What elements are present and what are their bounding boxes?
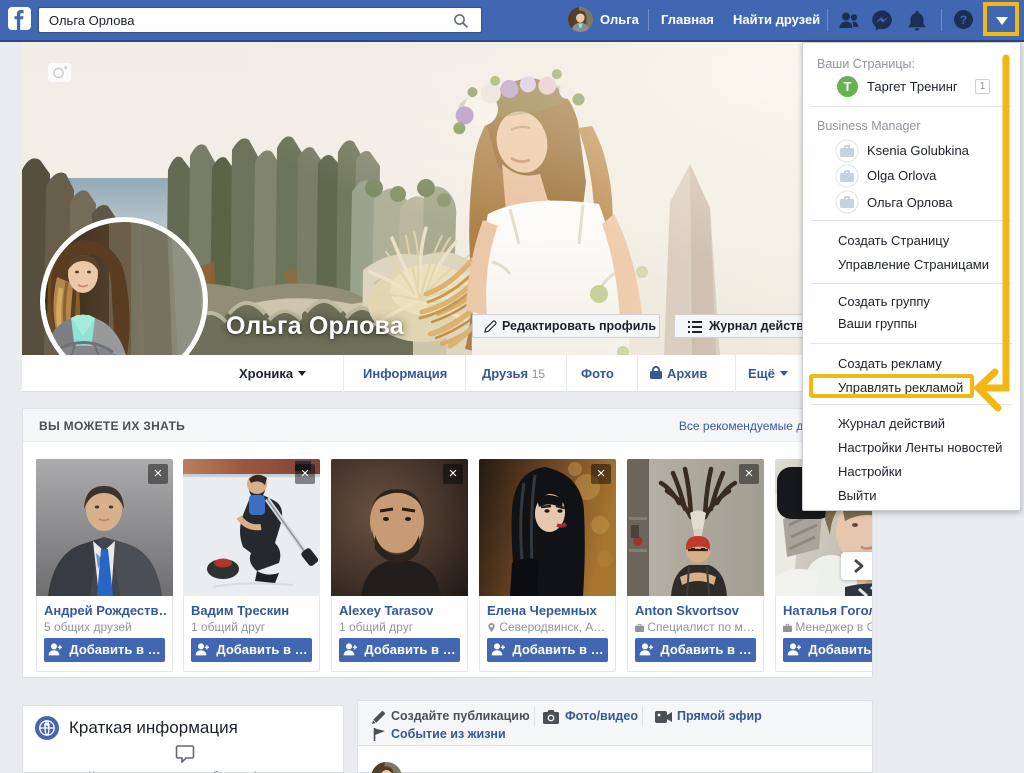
svg-text:?: ? [960, 13, 967, 27]
